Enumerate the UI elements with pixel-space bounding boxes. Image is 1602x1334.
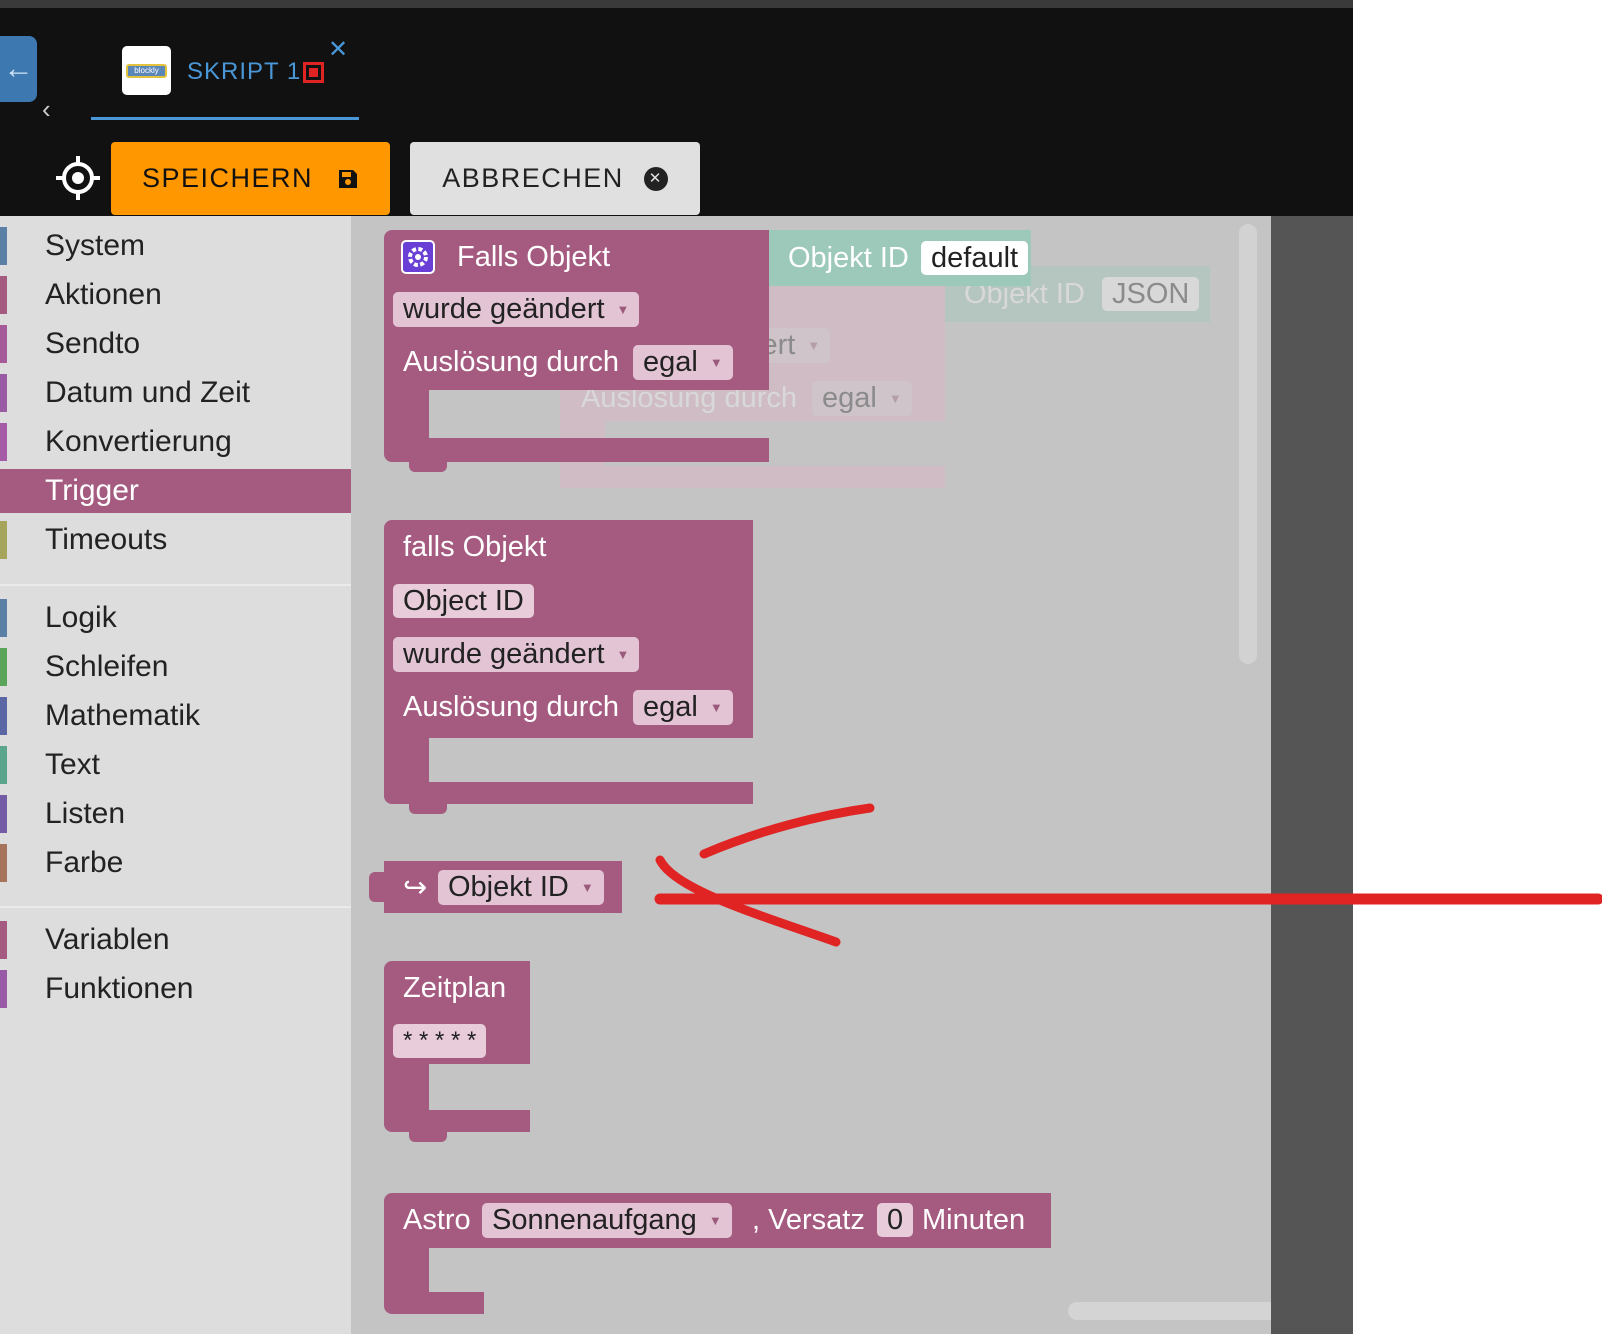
category-konvertierung[interactable]: Konvertierung xyxy=(0,420,351,464)
category-variablen[interactable]: Variablen xyxy=(0,918,351,962)
return-arrow-icon: ↪ xyxy=(403,872,428,904)
category-mathematik[interactable]: Mathematik xyxy=(0,694,351,738)
trigger-label: Auslösung durch xyxy=(403,346,620,378)
ghost-trigger-dropdown: egal ▼ xyxy=(812,381,912,416)
top-strip xyxy=(0,0,1353,8)
blocks-flyout: kt iert▼ Auslösung durch egal▼ Objekt ID… xyxy=(351,216,1271,1334)
offset-label: , Versatz xyxy=(752,1204,865,1236)
close-icon[interactable]: ✕ xyxy=(328,38,348,62)
toolbox-sidebar: System Aktionen Sendto Datum und Zeit Ko… xyxy=(0,216,351,1334)
category-farbe[interactable]: Farbe xyxy=(0,841,351,885)
active-tab-indicator xyxy=(91,117,359,120)
divider xyxy=(0,584,351,586)
cancel-button[interactable]: ABBRECHEN ✕ xyxy=(410,142,700,215)
category-system[interactable]: System xyxy=(0,224,351,268)
back-arrow-icon[interactable]: ← xyxy=(0,36,37,102)
trigger-dropdown[interactable]: egal ▼ xyxy=(633,690,733,725)
workspace-background xyxy=(1271,216,1353,1334)
event-dropdown[interactable]: wurde geändert ▼ xyxy=(393,637,640,672)
modified-indicator-icon xyxy=(303,62,324,83)
objid-field[interactable]: default xyxy=(921,241,1029,275)
save-button[interactable]: SPEICHERN xyxy=(111,142,390,215)
event-dropdown[interactable]: wurde geändert ▼ xyxy=(393,292,640,327)
save-button-label: SPEICHERN xyxy=(141,163,314,193)
category-listen[interactable]: Listen xyxy=(0,792,351,836)
cancel-button-label: ABBRECHEN xyxy=(442,163,624,193)
category-color-strip xyxy=(0,227,7,265)
objid-label: Objekt ID xyxy=(788,242,909,274)
category-funktionen[interactable]: Funktionen xyxy=(0,967,351,1011)
locate-target-icon[interactable] xyxy=(54,154,102,202)
vertical-scrollbar[interactable] xyxy=(1239,224,1257,664)
tab-skript-1[interactable]: blockly SKRIPT 1 ✕ xyxy=(91,30,359,120)
object-id-field[interactable]: Object ID xyxy=(393,584,534,618)
category-text[interactable]: Text xyxy=(0,743,351,787)
category-timeouts[interactable]: Timeouts xyxy=(0,518,351,562)
cron-field[interactable]: * * * * * xyxy=(393,1024,487,1058)
unit-label: Minuten xyxy=(922,1204,1026,1236)
close-circle-icon: ✕ xyxy=(643,166,668,191)
trigger-label: Auslösung durch xyxy=(403,691,620,723)
offset-field[interactable]: 0 xyxy=(877,1203,914,1237)
category-datum-und-zeit[interactable]: Datum und Zeit xyxy=(0,371,351,415)
chevron-left-icon[interactable]: ‹ xyxy=(42,96,51,122)
ghost-objid-value: JSON xyxy=(1102,277,1200,311)
gear-icon xyxy=(401,240,435,274)
floppy-disk-icon xyxy=(339,169,358,188)
block-title: falls Objekt xyxy=(403,531,547,563)
category-logik[interactable]: Logik xyxy=(0,596,351,640)
objekt-id-dropdown[interactable]: Objekt ID ▼ xyxy=(438,870,604,905)
category-schleifen[interactable]: Schleifen xyxy=(0,645,351,689)
tab-title: SKRIPT 1 xyxy=(187,58,302,85)
category-trigger[interactable]: Trigger xyxy=(0,469,351,513)
astro-event-dropdown[interactable]: Sonnenaufgang ▼ xyxy=(482,1203,732,1238)
block-title: Zeitplan xyxy=(403,972,507,1004)
horizontal-scrollbar[interactable] xyxy=(1068,1302,1271,1320)
block-title: Falls Objekt xyxy=(457,241,611,273)
category-aktionen[interactable]: Aktionen xyxy=(0,273,351,317)
block-title: Astro xyxy=(403,1204,471,1236)
blockly-logo-icon: blockly xyxy=(122,46,171,95)
divider xyxy=(0,906,351,908)
category-sendto[interactable]: Sendto xyxy=(0,322,351,366)
trigger-dropdown[interactable]: egal ▼ xyxy=(633,345,733,380)
